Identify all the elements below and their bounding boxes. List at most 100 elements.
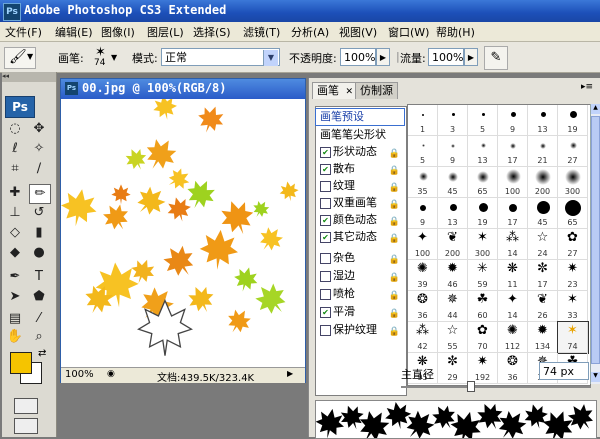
diameter-slider-thumb[interactable] [467,381,475,392]
scroll-up-icon[interactable]: ▲ [591,104,600,114]
lock-icon[interactable]: 🔒 [389,163,400,179]
zoom-level[interactable]: 100% [65,369,94,380]
brush-preset-cell[interactable]: ✿ 27 [558,229,588,260]
magic-wand-icon[interactable]: ✧ [29,140,49,158]
lock-icon[interactable]: 🔒 [389,288,400,304]
opacity-slider-toggle[interactable]: ▶ [376,48,390,66]
slice-tool-icon[interactable]: ∕ [29,160,49,178]
brush-preset-cell[interactable]: 65 [558,198,588,229]
brush-preset-cell[interactable]: 27 [558,136,588,167]
brush-preset-cell[interactable]: ✼ 17 [528,260,558,291]
shape-tool-icon[interactable]: ⬟ [29,288,49,306]
menu-window[interactable]: 窗口(W) [388,24,429,40]
lock-icon[interactable]: 🔒 [389,231,400,247]
brush-preset-cell[interactable]: 3 [438,105,468,136]
hand-tool-icon[interactable]: ✋ [5,328,25,346]
dual-brush-checkbox[interactable] [320,198,331,209]
brush-preset-cell[interactable]: ✹ 46 [438,260,468,291]
brush-preset-cell[interactable]: 5 [468,105,498,136]
smoothing-item[interactable]: ✔ 平滑 🔒 [316,304,404,320]
brush-preset-cell[interactable]: ✵ 44 [438,291,468,322]
lock-icon[interactable]: 🔒 [389,324,400,340]
texture-checkbox[interactable] [320,181,331,192]
brush-preset-cell[interactable]: 200 [528,167,558,198]
wet-edges-checkbox[interactable] [320,271,331,282]
lock-icon[interactable]: 🔒 [389,180,400,196]
brush-preset-cell[interactable]: ✼ 29 [438,353,468,384]
brush-preset-cell[interactable]: 13 [528,105,558,136]
brush-preset-cell[interactable]: ✦ 100 [408,229,438,260]
panel-menu-icon[interactable]: ▸≡ [581,82,593,92]
brush-preset-cell[interactable]: ✷ 192 [468,353,498,384]
brush-preset-cell[interactable]: ⁂ 42 [408,322,438,353]
dual-brush-item[interactable]: 双重画笔 🔒 [316,195,404,211]
brush-preset-cell[interactable]: ✶ 74 [557,321,589,354]
flow-slider-toggle[interactable]: ▶ [464,48,478,66]
menu-file[interactable]: 文件(F) [5,24,42,40]
stamp-tool-icon[interactable]: ⊥ [5,204,25,222]
other-dynamics-checkbox[interactable]: ✔ [320,232,331,243]
airbrush-icon[interactable]: ✎ [484,46,508,70]
brush-picker[interactable]: ✶ 74 ▼ [90,45,118,69]
protect-texture-item[interactable]: 保护纹理 🔒 [316,322,404,338]
brush-preset-cell[interactable]: 35 [408,167,438,198]
notes-tool-icon[interactable]: ▤ [5,310,25,328]
brush-preset-cell[interactable]: 45 [438,167,468,198]
brush-preset-cell[interactable]: ✺ 112 [498,322,528,353]
toolbox-grip[interactable]: ◂◂ [2,72,56,82]
zoom-tool-icon[interactable]: ⌕ [29,328,49,346]
brush-preset-cell[interactable]: ❋ 11 [498,260,528,291]
brush-preset-cell[interactable]: 17 [498,136,528,167]
lock-icon[interactable]: 🔒 [389,252,400,268]
pen-tool-icon[interactable]: ✒ [5,268,25,286]
history-brush-icon[interactable]: ↺ [29,204,49,222]
shape-dynamics-checkbox[interactable]: ✔ [320,147,331,158]
brush-preset-cell[interactable]: ✷ 23 [558,260,588,291]
flow-input[interactable]: 100% [428,48,464,66]
brush-preset-cell[interactable]: 300 [558,167,588,198]
brush-preset-cell[interactable]: ✶ 300 [468,229,498,260]
brush-preset-cell[interactable]: 13 [468,136,498,167]
brush-tool-icon[interactable]: ✏ [29,184,51,204]
brush-preset-cell[interactable]: ✶ 33 [558,291,588,322]
brush-preset-cell[interactable]: ❂ 36 [498,353,528,384]
texture-item[interactable]: 纹理 🔒 [316,178,404,194]
master-diameter-input[interactable]: 74 px [539,362,589,380]
menu-layer[interactable]: 图层(L) [147,24,184,40]
status-icon[interactable]: ◉ [107,369,115,379]
brush-presets-item[interactable]: 画笔预设 [315,108,405,126]
lock-icon[interactable]: 🔒 [389,270,400,286]
type-tool-icon[interactable]: T [29,268,49,286]
diameter-slider-track[interactable] [401,386,591,388]
scattering-item[interactable]: ✔ 散布 🔒 [316,161,404,177]
crop-tool-icon[interactable]: ⌗ [5,160,25,178]
brush-preset-cell[interactable]: ✿ 70 [468,322,498,353]
brush-preset-cell[interactable]: 13 [438,198,468,229]
menu-analysis[interactable]: 分析(A) [291,24,329,40]
scattering-checkbox[interactable]: ✔ [320,164,331,175]
menu-filter[interactable]: 滤镜(T) [243,24,280,40]
lasso-tool-icon[interactable]: ℓ [5,140,25,158]
brush-preset-cell[interactable]: 21 [528,136,558,167]
smoothing-checkbox[interactable]: ✔ [320,307,331,318]
brush-preset-cell[interactable]: ❦ 26 [528,291,558,322]
menu-help[interactable]: 帮助(H) [436,24,475,40]
tab-brushes[interactable]: 画笔 ✕ [312,82,359,99]
brush-preset-cell[interactable]: 45 [528,198,558,229]
lock-icon[interactable]: 🔒 [389,306,400,322]
brush-tip-shape-item[interactable]: 画笔笔尖形状 [316,127,404,143]
color-dynamics-checkbox[interactable]: ✔ [320,215,331,226]
brush-preset-cell[interactable]: ☆ 24 [528,229,558,260]
brush-preset-cell[interactable]: ✦ 14 [498,291,528,322]
brush-preset-cell[interactable]: 100 [498,167,528,198]
brush-preset-cell[interactable]: 9 [438,136,468,167]
dodge-tool-icon[interactable]: ● [29,244,49,262]
foreground-color-swatch[interactable] [10,352,32,374]
shape-dynamics-item[interactable]: ✔ 形状动态 🔒 [316,144,404,160]
brush-preset-cell[interactable]: ⁂ 14 [498,229,528,260]
scroll-thumb[interactable] [591,116,600,364]
brush-preset-cell[interactable]: ✳ 59 [468,260,498,291]
airbrush-checkbox[interactable] [320,289,331,300]
screen-mode-icon[interactable] [14,418,38,434]
menu-view[interactable]: 视图(V) [339,24,377,40]
